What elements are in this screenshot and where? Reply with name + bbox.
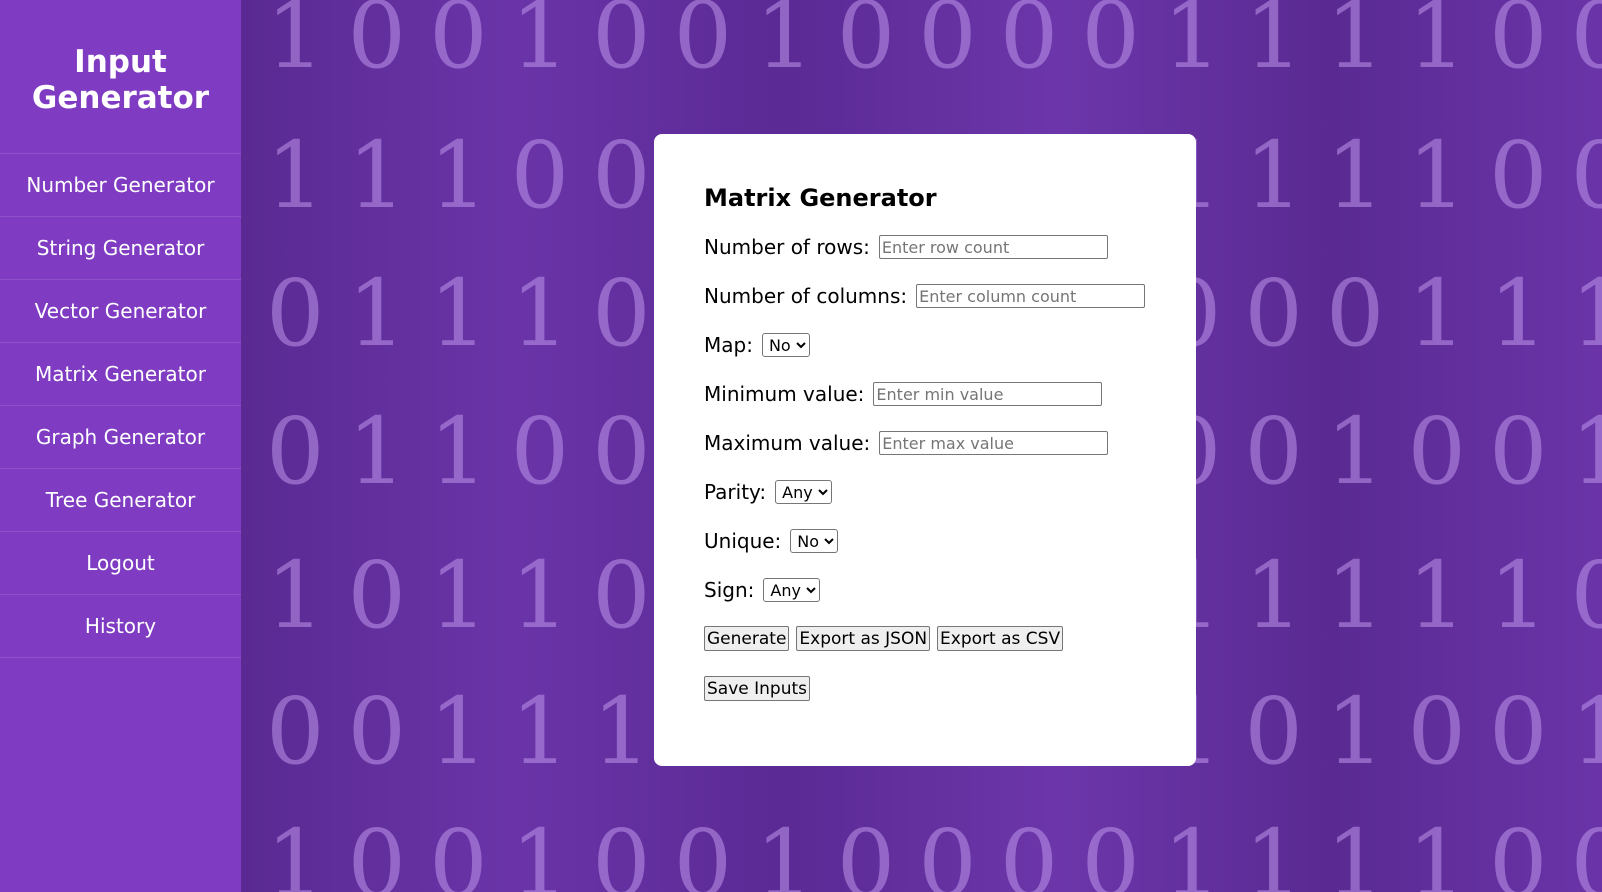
min-field: Minimum value:: [704, 381, 1146, 407]
sidebar-item-string-generator[interactable]: String Generator: [0, 217, 241, 280]
unique-label: Unique:: [704, 529, 782, 553]
binary-row: 10010010000111100: [266, 0, 1602, 89]
save-row: Save Inputs: [704, 676, 1146, 701]
brand-title: Input Generator: [0, 0, 241, 154]
sidebar-item-vector-generator[interactable]: Vector Generator: [0, 280, 241, 343]
export-csv-button[interactable]: Export as CSV: [937, 626, 1064, 651]
rows-label: Number of rows:: [704, 235, 870, 259]
unique-select[interactable]: No: [790, 529, 839, 553]
map-field: Map: No: [704, 332, 1146, 358]
min-label: Minimum value:: [704, 382, 865, 406]
map-label: Map:: [704, 333, 753, 357]
sign-label: Sign:: [704, 578, 755, 602]
rows-input[interactable]: [878, 235, 1108, 259]
max-label: Maximum value:: [704, 431, 871, 455]
sidebar-item-matrix-generator[interactable]: Matrix Generator: [0, 343, 241, 406]
columns-label: Number of columns:: [704, 284, 908, 308]
parity-label: Parity:: [704, 480, 767, 504]
min-input[interactable]: [873, 382, 1103, 406]
form-title: Matrix Generator: [704, 184, 937, 212]
sidebar-item-graph-generator[interactable]: Graph Generator: [0, 406, 241, 469]
sidebar: Input Generator Number Generator String …: [0, 0, 241, 892]
columns-field: Number of columns:: [704, 283, 1146, 309]
sidebar-item-number-generator[interactable]: Number Generator: [0, 154, 241, 217]
matrix-generator-card: Matrix Generator Number of rows: Number …: [654, 134, 1196, 766]
rows-field: Number of rows:: [704, 234, 1146, 260]
parity-select[interactable]: Any: [775, 480, 833, 504]
parity-field: Parity: Any: [704, 479, 1146, 505]
binary-row: 10010010000111100: [266, 810, 1602, 892]
action-buttons: Generate Export as JSON Export as CSV: [704, 626, 1146, 651]
unique-field: Unique: No: [704, 528, 1146, 554]
map-select[interactable]: No: [761, 333, 810, 357]
max-field: Maximum value:: [704, 430, 1146, 456]
sign-select[interactable]: Any: [763, 578, 821, 602]
max-input[interactable]: [879, 431, 1109, 455]
generate-button[interactable]: Generate: [704, 626, 790, 651]
sidebar-item-history[interactable]: History: [0, 595, 241, 658]
sidebar-item-logout[interactable]: Logout: [0, 532, 241, 595]
app-root: Input Generator Number Generator String …: [0, 0, 1602, 892]
export-json-button[interactable]: Export as JSON: [796, 626, 931, 651]
sign-field: Sign: Any: [704, 577, 1146, 603]
sidebar-item-tree-generator[interactable]: Tree Generator: [0, 469, 241, 532]
columns-input[interactable]: [916, 284, 1146, 308]
save-inputs-button[interactable]: Save Inputs: [704, 676, 811, 701]
